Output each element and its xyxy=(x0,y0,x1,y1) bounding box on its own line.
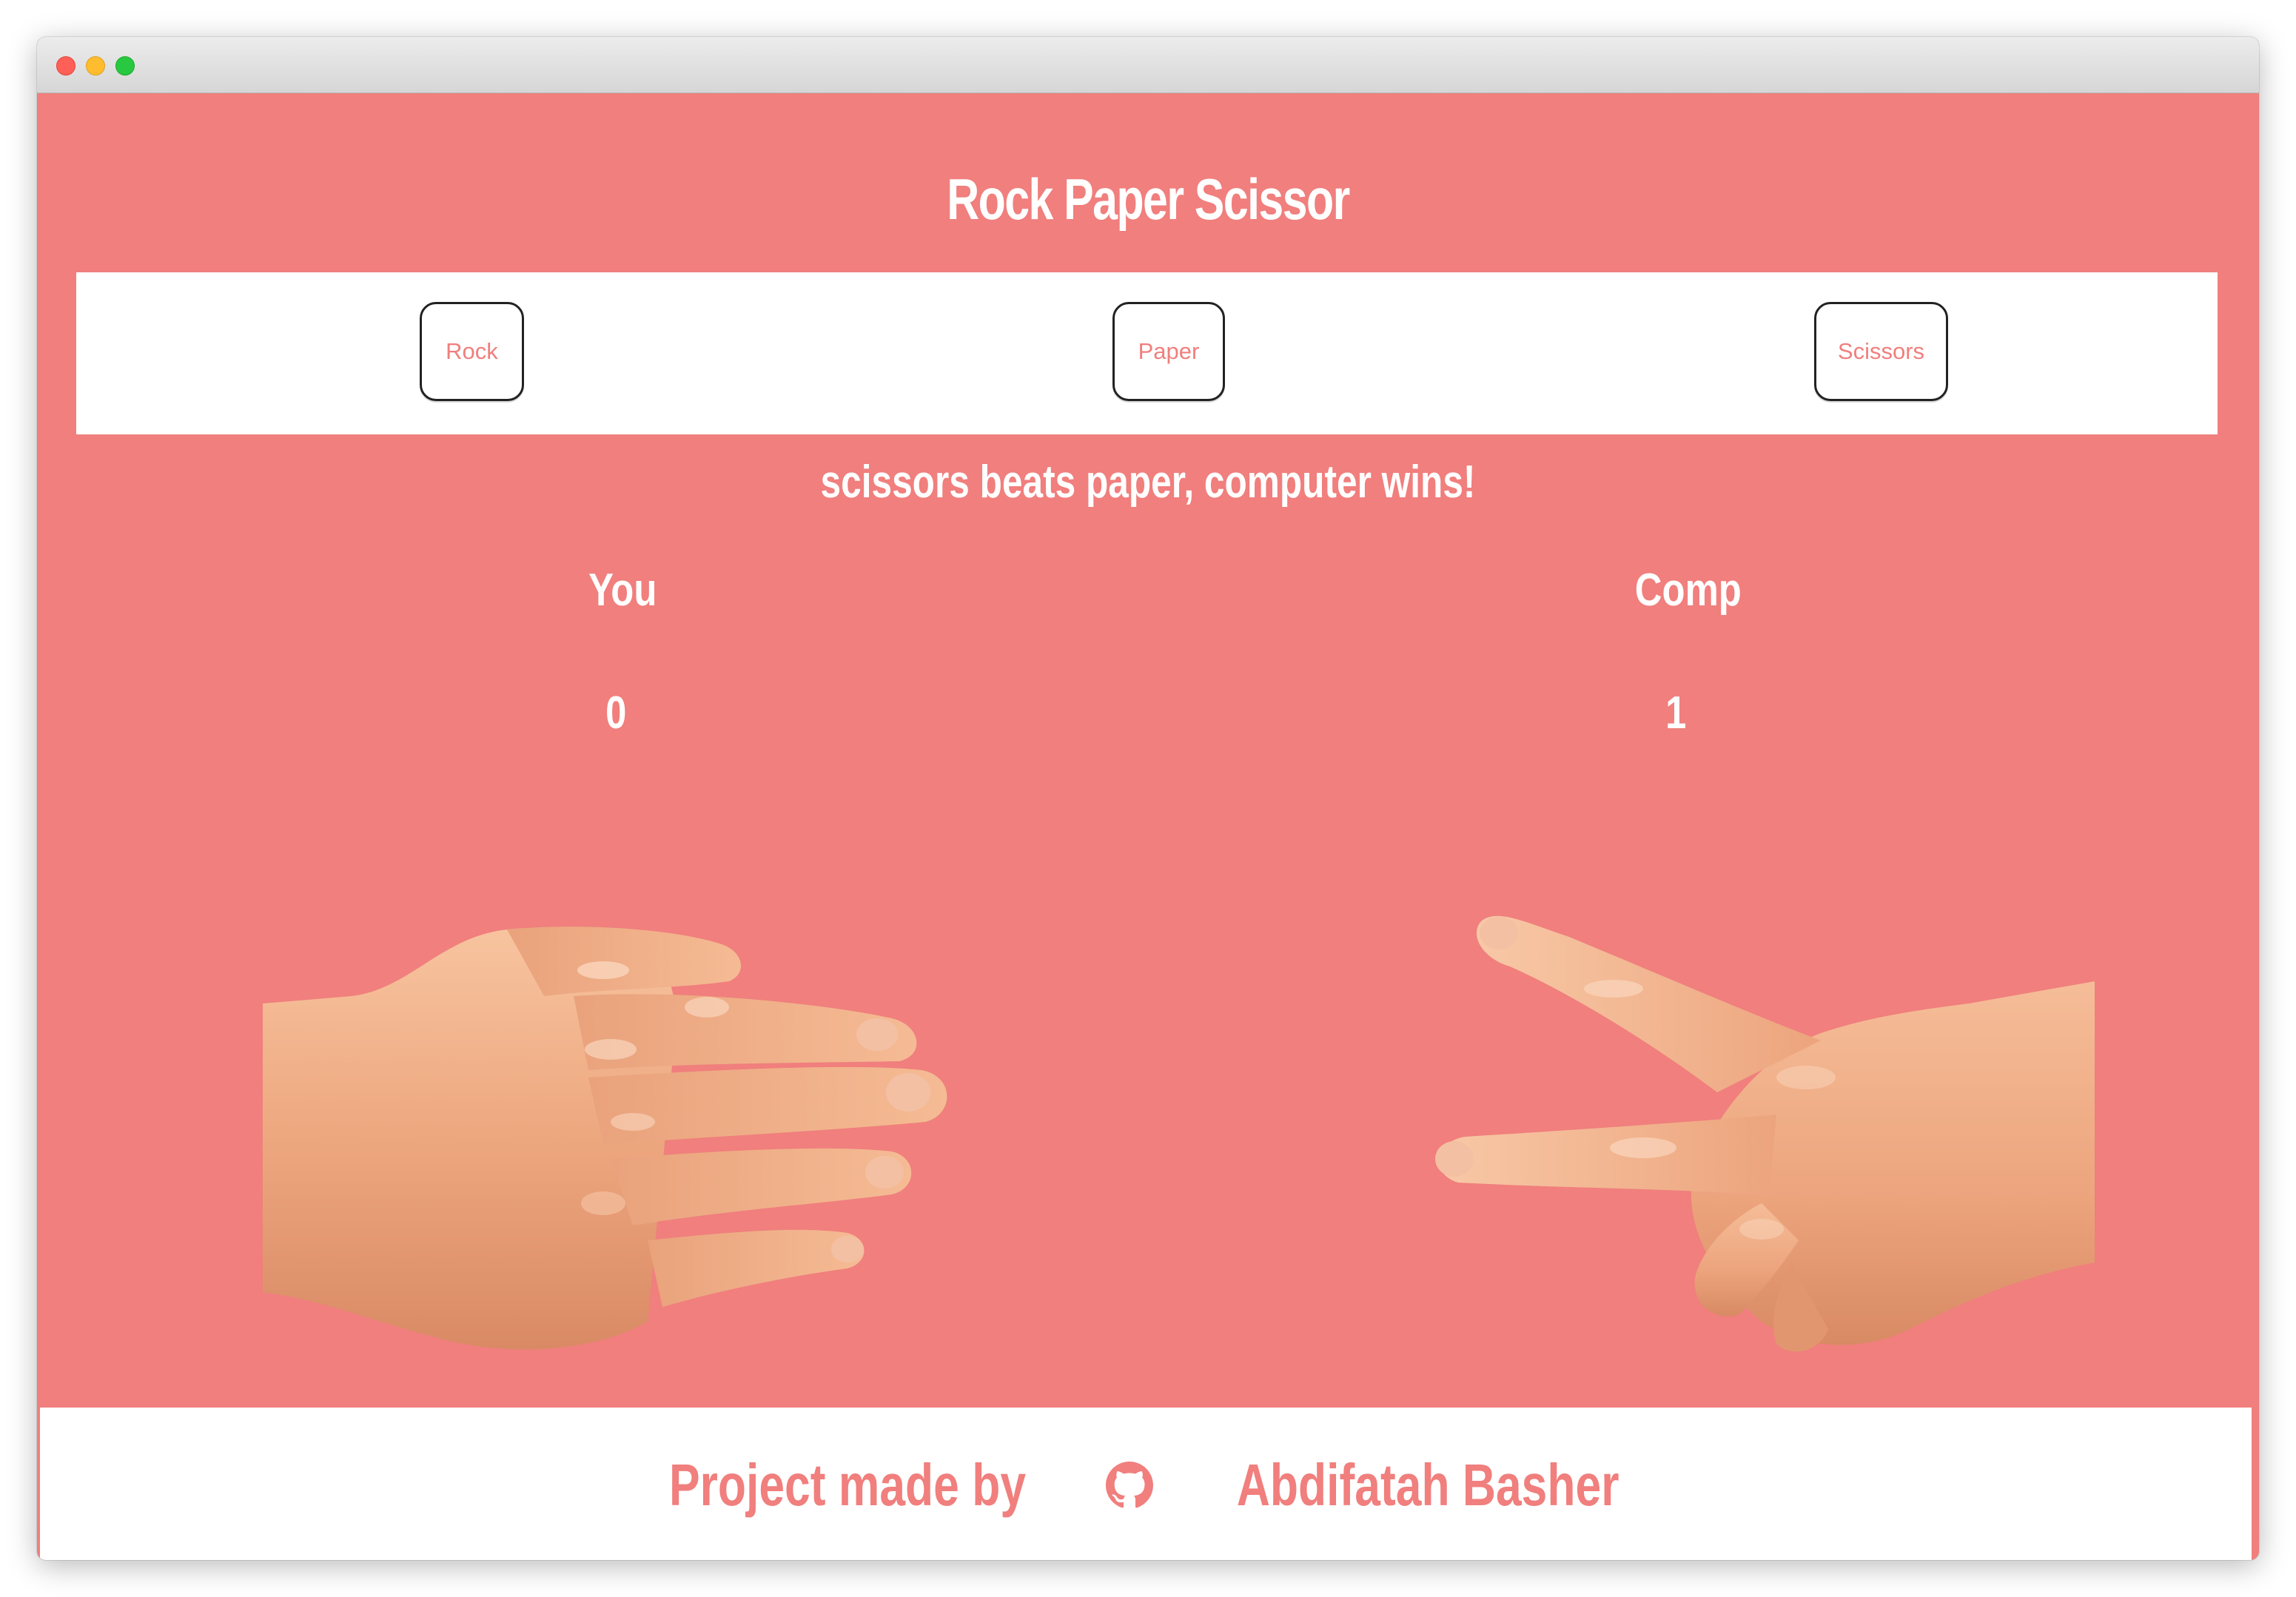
author-link[interactable]: Abdifatah Basher xyxy=(1237,1451,1619,1519)
made-by-label: Project made by xyxy=(668,1452,1026,1518)
maximize-window-button[interactable] xyxy=(115,56,135,75)
close-window-button[interactable] xyxy=(56,56,75,75)
scissors-button[interactable]: Scissors xyxy=(1814,302,1948,401)
computer-score: 1 xyxy=(1665,687,1687,739)
player-score: 0 xyxy=(605,687,627,739)
result-message: scissors beats paper, computer wins! xyxy=(820,457,1476,508)
paper-button[interactable]: Paper xyxy=(1112,302,1225,401)
footer: Project made by Abdifatah Basher xyxy=(40,1408,2252,1560)
window-titlebar xyxy=(37,37,2259,93)
scissors-hand-icon xyxy=(1435,915,2095,1352)
minimize-window-button[interactable] xyxy=(86,56,105,75)
footer-credit: Project made by Abdifatah Basher xyxy=(40,1437,2252,1533)
page-title: Rock Paper Scissor xyxy=(947,167,1350,232)
choice-bar: Rock Paper Scissors xyxy=(76,272,2218,434)
rock-button[interactable]: Rock xyxy=(420,302,524,401)
computer-label: Comp xyxy=(1634,565,1742,616)
player-label: You xyxy=(588,565,657,616)
game-app: Rock Paper Scissor Rock Paper Scissors s… xyxy=(37,93,2259,1560)
browser-window: Rock Paper Scissor Rock Paper Scissors s… xyxy=(37,37,2259,1560)
github-icon[interactable] xyxy=(1105,1462,1153,1509)
paper-hand-icon xyxy=(263,927,947,1350)
